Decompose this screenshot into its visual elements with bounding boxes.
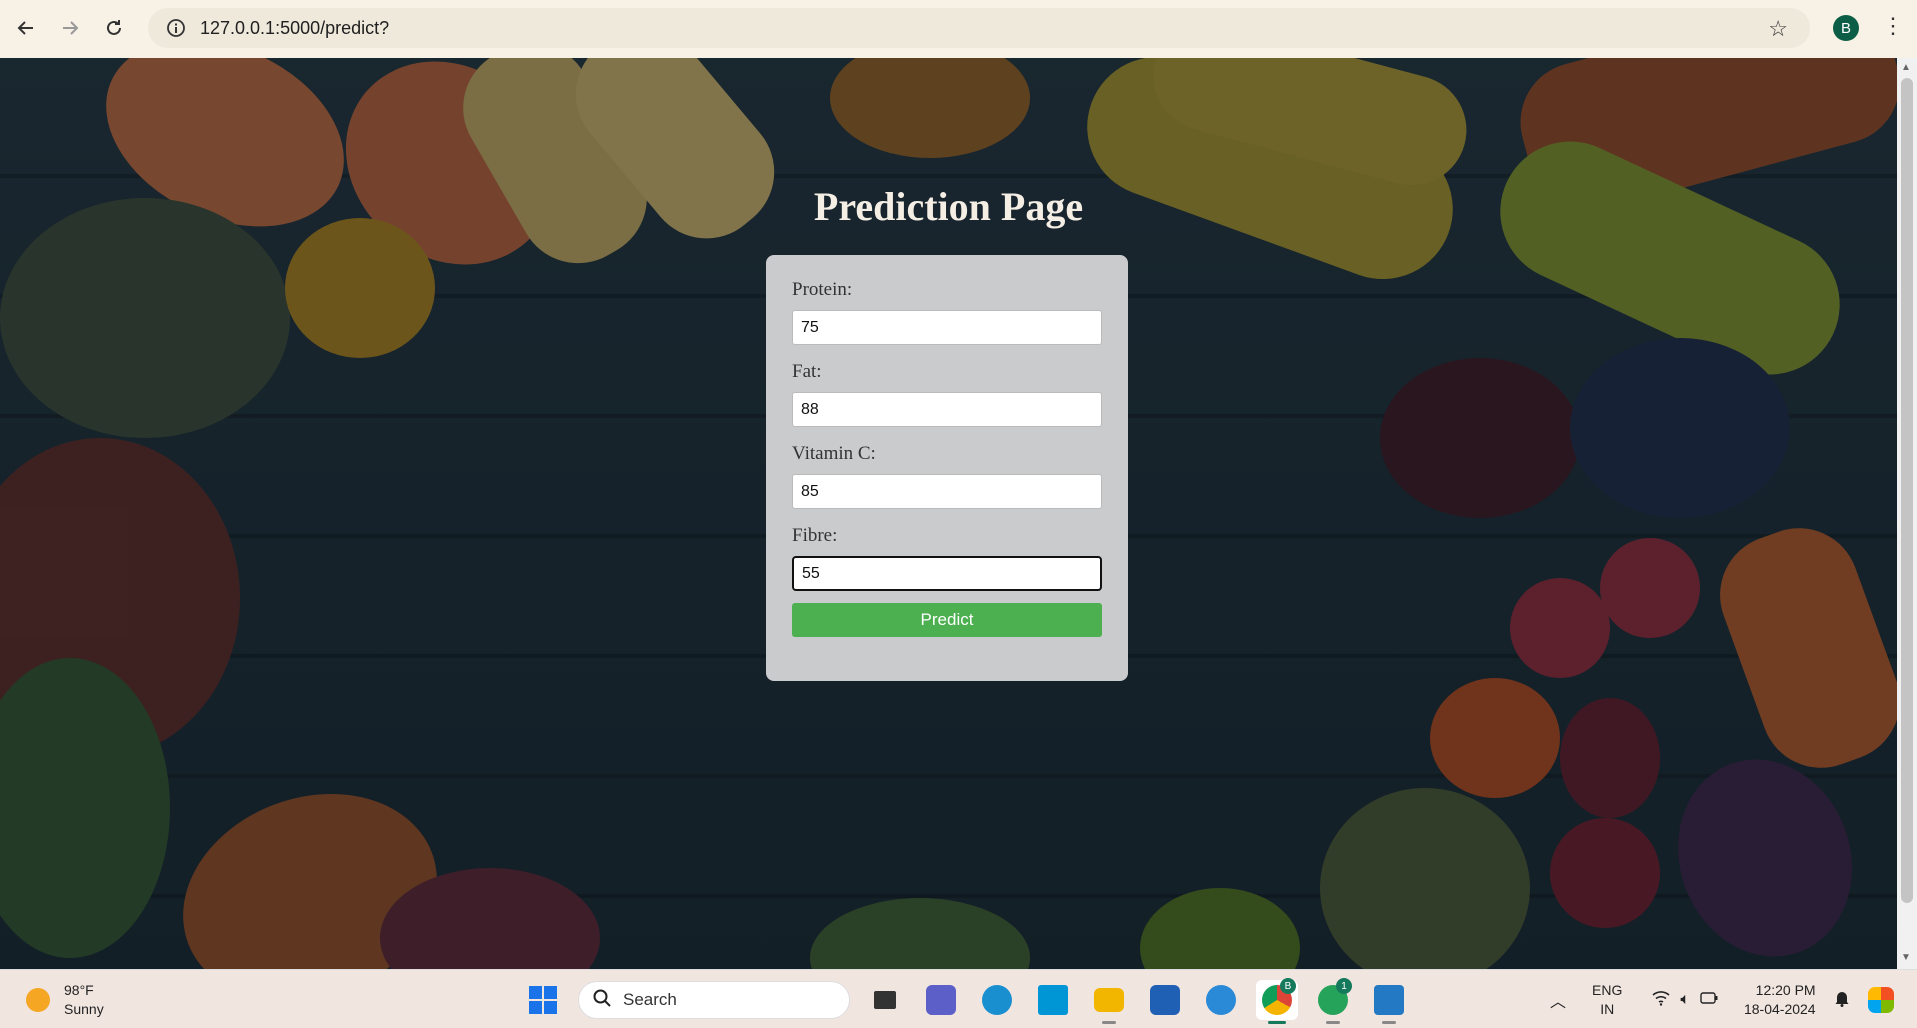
vscode-icon[interactable] — [1368, 980, 1410, 1024]
protein-label: Protein: — [792, 279, 853, 300]
region-code: IN — [1600, 1001, 1615, 1017]
scroll-thumb[interactable] — [1901, 78, 1913, 903]
address-bar[interactable]: 127.0.0.1:5000/predict? ☆ — [148, 8, 1810, 48]
menu-kebab-icon[interactable]: ⋮ — [1882, 13, 1904, 39]
scroll-up-icon[interactable]: ▲ — [1901, 62, 1911, 73]
reload-icon[interactable] — [94, 8, 134, 48]
profile-avatar[interactable]: B — [1833, 15, 1859, 41]
bookmark-star-icon[interactable]: ☆ — [1768, 16, 1788, 42]
protein-input[interactable] — [792, 310, 1102, 345]
weather-temp: 98°F — [64, 982, 94, 998]
taskbar: 98°F Sunny Search B 1 ︿ ENG IN 🔈︎ 12:20 … — [0, 969, 1917, 1028]
weather-desc: Sunny — [64, 1001, 104, 1017]
language-code: ENG — [1592, 982, 1623, 998]
clock[interactable]: 12:20 PM 18-04-2024 — [1744, 981, 1816, 1019]
predict-button[interactable]: Predict — [792, 603, 1102, 637]
vitamin-c-input[interactable] — [792, 474, 1102, 509]
forward-icon[interactable] — [50, 8, 90, 48]
chrome-profile-badge: B — [1280, 978, 1296, 994]
system-tray: ︿ ENG IN 🔈︎ 12:20 PM 18-04-2024 — [1540, 978, 1894, 1022]
weather-widget[interactable]: 98°F Sunny — [26, 981, 104, 1019]
battery-icon[interactable] — [1700, 991, 1718, 1009]
sun-icon — [26, 988, 50, 1012]
search-icon — [593, 989, 611, 1012]
active-indicator — [1268, 1021, 1286, 1024]
fibre-input[interactable] — [792, 556, 1102, 591]
teams-icon[interactable] — [920, 980, 962, 1020]
volume-icon[interactable]: 🔈︎ — [1680, 991, 1690, 1009]
url-text[interactable]: 127.0.0.1:5000/predict? — [200, 18, 389, 39]
microsoft-store-icon[interactable] — [1144, 980, 1186, 1020]
running-indicator — [1102, 1021, 1116, 1024]
notification-bell-icon[interactable] — [1834, 989, 1850, 1012]
taskbar-apps: Search B 1 — [522, 978, 1410, 1024]
vitamin-c-label: Vitamin C: — [792, 443, 876, 464]
page-title: Prediction Page — [813, 184, 1084, 229]
whatsapp-icon[interactable]: 1 — [1312, 978, 1354, 1024]
file-explorer-icon[interactable] — [1088, 980, 1130, 1024]
chrome-icon[interactable]: B — [1256, 978, 1298, 1024]
wifi-icon[interactable] — [1652, 990, 1670, 1011]
browser-toolbar: 127.0.0.1:5000/predict? ☆ B ⋮ — [0, 0, 1917, 58]
fat-input[interactable] — [792, 392, 1102, 427]
chevron-up-icon[interactable]: ︿ — [1550, 988, 1566, 1012]
search-label: Search — [623, 990, 677, 1009]
copilot-icon[interactable] — [1867, 987, 1894, 1013]
back-icon[interactable] — [6, 8, 46, 48]
task-view-icon[interactable] — [864, 980, 906, 1020]
scroll-down-icon[interactable]: ▼ — [1901, 952, 1911, 963]
language-indicator[interactable]: ENG IN — [1592, 981, 1622, 1019]
fibre-label: Fibre: — [792, 525, 838, 546]
taskbar-search[interactable]: Search — [578, 981, 850, 1019]
myhp-icon[interactable] — [1032, 980, 1074, 1020]
site-info-icon[interactable] — [156, 18, 196, 38]
fat-label: Fat: — [792, 361, 822, 382]
edge-icon[interactable] — [976, 980, 1018, 1020]
page-scrollbar[interactable]: ▲ ▼ — [1897, 58, 1917, 969]
windows-start-icon[interactable] — [522, 980, 564, 1020]
running-indicator — [1382, 1021, 1396, 1024]
running-indicator — [1326, 1021, 1340, 1024]
clock-date: 18-04-2024 — [1743, 1001, 1816, 1017]
page-viewport: Prediction Page Protein: Fat: Vitamin C:… — [0, 58, 1897, 969]
clock-time: 12:20 PM — [1755, 982, 1816, 998]
prediction-form: Protein: Fat: Vitamin C: Fibre: Predict — [766, 255, 1128, 681]
whatsapp-notification-badge: 1 — [1336, 978, 1352, 994]
help-icon[interactable] — [1200, 980, 1242, 1020]
